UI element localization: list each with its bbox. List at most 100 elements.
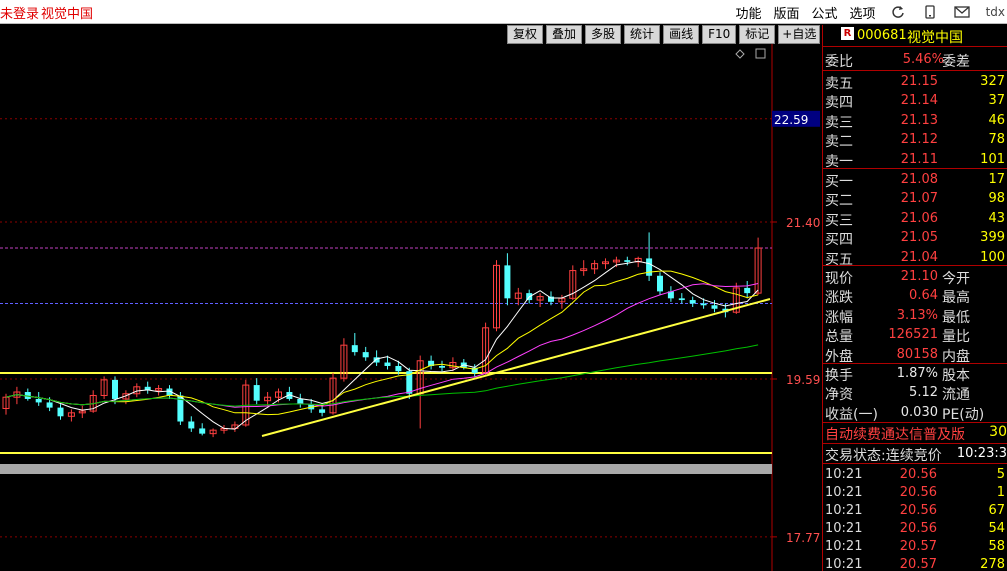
stat-row-value: 80158 (896, 346, 938, 362)
trade-row: 10:21 20.56 54 (823, 520, 1007, 538)
candle-body-down (711, 305, 718, 309)
bid-row: 买二 21.07 98 (823, 189, 1007, 210)
ask-row-volume: 327 (980, 74, 1005, 89)
menu-formula[interactable]: 公式 (812, 3, 838, 22)
ask-row-label: 卖四 (825, 95, 853, 112)
candle-body-down (744, 287, 751, 294)
bid-row-value: 21.04 (900, 249, 938, 265)
trendline (261, 298, 771, 437)
trade-vol: 54 (988, 521, 1005, 536)
candle-body-down (351, 345, 358, 353)
diamond-icon (735, 49, 745, 59)
stat-row-label2: 最高 (942, 290, 970, 307)
stat2-row-label2: 股本 (942, 368, 970, 384)
ask-row: 卖一 21.11 101 (823, 150, 1007, 170)
bid-row-label: 买三 (825, 212, 853, 229)
multi-stock-button[interactable]: 多股 (585, 25, 622, 44)
login-status[interactable]: 未登录 (0, 3, 39, 22)
kline-svg[interactable]: 22.59 21.40 19.59 17.77 (0, 44, 822, 571)
ask-row-value: 21.15 (900, 74, 938, 89)
mark-button[interactable]: 标记 (739, 25, 776, 44)
stat-row: 总量 126521 量比 (823, 325, 1007, 346)
trade-time: 10:21 (825, 485, 863, 500)
ask-row-volume: 78 (988, 132, 1005, 148)
stat-row-value: 0.64 (909, 288, 938, 304)
add-watchlist-button[interactable]: +自选 (778, 25, 821, 44)
f10-button[interactable]: F10 (702, 25, 737, 44)
bid-row: 买三 21.06 43 (823, 209, 1007, 229)
bid-row-value: 21.06 (900, 210, 938, 226)
top-bar: 未登录 视觉中国 功能 版面 公式 选项 tdx (0, 0, 1007, 24)
trade-row: 10:21 20.57 58 (823, 538, 1007, 556)
price-label: 21.40 (786, 216, 820, 230)
ticker-tail: 30 (989, 424, 1007, 440)
trade-status-label: 交易状态: (825, 448, 886, 464)
trade-time: 10:21 (825, 521, 863, 536)
chart-toolbar: 复权 叠加 多股 统计 画线 F10 标记 +自选 返回 (507, 25, 862, 44)
menu-options[interactable]: 选项 (850, 3, 876, 22)
ask-row-value: 21.14 (900, 93, 938, 109)
divider (823, 463, 1007, 464)
bid-row-volume: 100 (980, 249, 1005, 265)
stat-row-label2: 量比 (942, 329, 970, 346)
bid-row-volume: 98 (988, 191, 1005, 207)
trade-vol: 67 (988, 503, 1005, 518)
ask-row-value: 21.11 (900, 151, 938, 167)
trade-price: 20.56 (899, 467, 937, 482)
ticker-marquee[interactable]: 自动续费通达信普及版 (825, 424, 965, 444)
trade-price: 20.57 (899, 557, 937, 571)
trade-time: 10:21 (825, 503, 863, 518)
ma10-line (5, 270, 759, 416)
phone-icon[interactable] (922, 4, 938, 20)
window-icon (755, 48, 766, 59)
ticker-text: 自动续费通达信普及版 (825, 427, 965, 443)
ask-row-label: 卖五 (825, 76, 853, 92)
candle-body-down (384, 362, 391, 366)
menu-function[interactable]: 功能 (736, 3, 762, 22)
ask-row-value: 21.12 (900, 132, 938, 148)
trade-price: 20.57 (899, 539, 937, 554)
divider (823, 168, 1007, 169)
bid-row-label: 买二 (825, 193, 853, 210)
bid-row-value: 21.05 (900, 230, 938, 246)
candle-body-down (199, 428, 206, 434)
divider (823, 265, 1007, 266)
weibi-label: 委比 (825, 54, 853, 70)
overlay-button[interactable]: 叠加 (546, 25, 583, 44)
divider (823, 46, 1007, 47)
statistics-button[interactable]: 统计 (624, 25, 661, 44)
quote-panel: R 000681 视觉中国 委比 5.46% 委差 卖五 21.15 327 卖四 21… (822, 25, 1007, 571)
stat-row-label: 总量 (825, 329, 853, 346)
bid-row-label: 买四 (825, 232, 853, 249)
candle-body-down (395, 365, 402, 372)
trade-price: 20.56 (899, 521, 937, 536)
stock-code: 000681 (857, 28, 907, 43)
adjust-button[interactable]: 复权 (507, 25, 544, 44)
stat2-row-value: 1.87% (896, 366, 938, 381)
price-label: 19.59 (786, 373, 820, 387)
candle-body-down (678, 298, 685, 301)
ask-row-label: 卖二 (825, 134, 853, 151)
weibi-value: 5.46% (902, 52, 944, 67)
r-badge: R (841, 27, 854, 40)
refresh-icon[interactable] (890, 4, 906, 20)
ask-row: 卖四 21.14 37 (823, 91, 1007, 112)
bid-row-value: 21.08 (900, 172, 938, 187)
stat2-row: 换手 1.87% 股本 (823, 364, 1007, 384)
menu-layout[interactable]: 版面 (774, 3, 800, 22)
candle-body-down (35, 398, 42, 403)
ask-row: 卖三 21.13 46 (823, 111, 1007, 131)
draw-line-button[interactable]: 画线 (663, 25, 700, 44)
stat2-row-label2: PE(动) (942, 406, 985, 423)
kline-chart[interactable]: 22.59 21.40 19.59 17.77 (0, 44, 822, 571)
stat2-row-label: 换手 (825, 368, 853, 384)
stat-row-label: 现价 (825, 271, 853, 287)
stat-row-value: 3.13% (896, 307, 938, 323)
mail-icon[interactable] (953, 4, 970, 20)
stat-row-label2: 今开 (942, 271, 970, 287)
stat-row-label: 涨幅 (825, 309, 853, 326)
candle-body-down (319, 409, 326, 413)
stock-header: R 000681 视觉中国 (823, 25, 1007, 46)
stat2-row-value: 0.030 (900, 404, 938, 420)
bid-row: 买四 21.05 399 (823, 228, 1007, 249)
